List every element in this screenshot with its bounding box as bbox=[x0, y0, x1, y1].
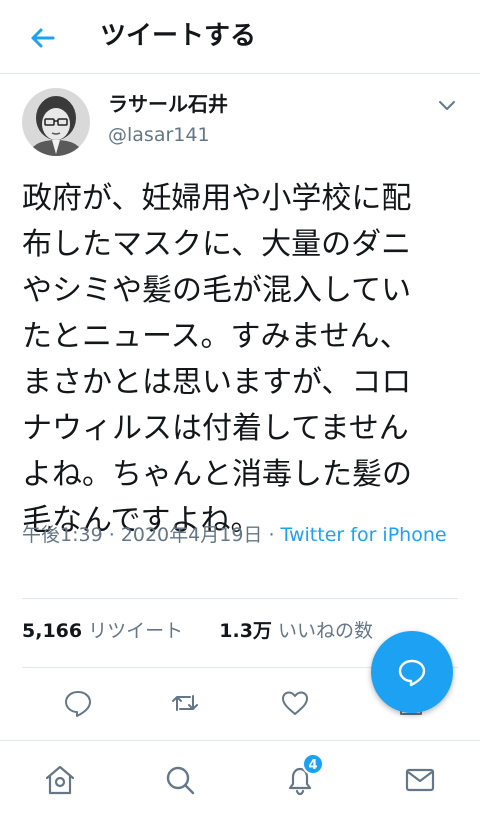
home-icon[interactable] bbox=[43, 763, 77, 797]
divider bbox=[22, 598, 458, 599]
tweet-meta: 午後1:39 · 2020年4月19日 · Twitter for iPhone bbox=[22, 522, 462, 548]
notifications-badge: 4 bbox=[302, 753, 324, 775]
chevron-down-icon[interactable] bbox=[436, 94, 458, 116]
arrow-left-icon[interactable] bbox=[26, 22, 58, 54]
like-label: いいねの数 bbox=[271, 620, 373, 642]
like-stat[interactable]: 1.3万 いいねの数 bbox=[219, 620, 373, 642]
author-display-name[interactable]: ラサール石井 bbox=[108, 91, 228, 117]
tweet-text: 政府が、妊婦用や小学校に配 布したマスクに、大量のダニ やシミや髪の毛が混入して… bbox=[22, 181, 412, 538]
retweet-label: リツイート bbox=[82, 620, 184, 642]
tweet-source-link[interactable]: Twitter for iPhone bbox=[281, 524, 447, 546]
author-handle[interactable]: @lasar141 bbox=[108, 122, 210, 148]
search-icon[interactable] bbox=[163, 763, 197, 797]
retweet-icon[interactable] bbox=[170, 688, 200, 718]
page-title: ツイートする bbox=[100, 21, 257, 51]
messages-mail-icon[interactable] bbox=[403, 763, 437, 797]
avatar[interactable] bbox=[22, 88, 90, 156]
tweet-timestamp: 午後1:39 · 2020年4月19日 · bbox=[22, 524, 281, 546]
top-bar: ツイートする bbox=[0, 0, 480, 74]
tweet-stats: 5,166 リツイート 1.3万 いいねの数 bbox=[22, 618, 373, 644]
like-count: 1.3万 bbox=[219, 620, 272, 642]
retweet-count: 5,166 bbox=[22, 620, 83, 642]
compose-reply-button[interactable] bbox=[371, 631, 453, 713]
reply-icon bbox=[398, 659, 426, 687]
avatar-photo bbox=[22, 88, 90, 156]
like-icon[interactable] bbox=[280, 688, 310, 718]
retweet-stat[interactable]: 5,166 リツイート bbox=[22, 620, 183, 642]
reply-icon[interactable] bbox=[63, 688, 93, 718]
bottom-navigation bbox=[0, 740, 480, 816]
